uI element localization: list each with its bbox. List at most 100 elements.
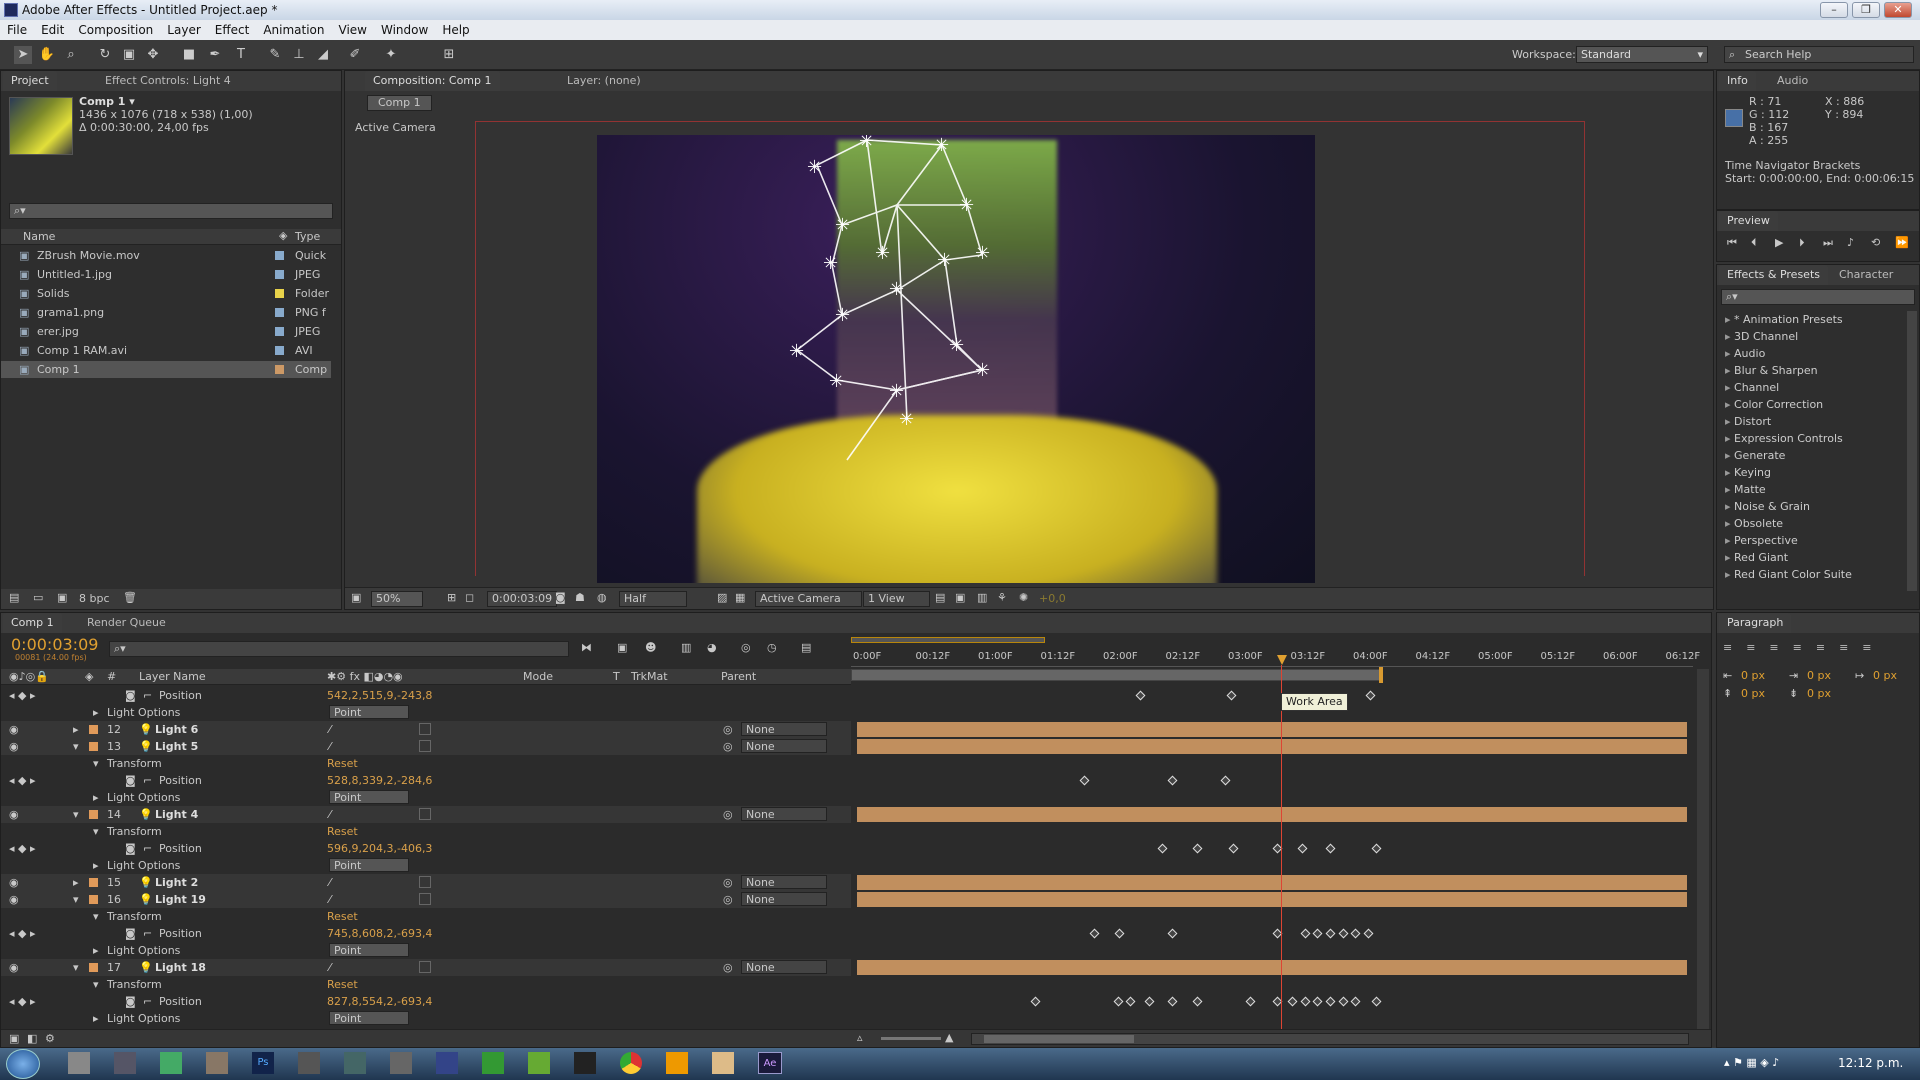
light-options-row[interactable]: ▸ Light Options Point	[1, 704, 851, 721]
switch-box[interactable]	[419, 808, 431, 820]
label-swatch[interactable]	[89, 810, 98, 819]
transform-group[interactable]: ▾ Transform Reset	[1, 755, 851, 772]
loop-icon[interactable]: ⟲	[1871, 236, 1880, 249]
layer-duration-bar[interactable]	[857, 875, 1687, 890]
graph-icon[interactable]: ⌐	[143, 772, 152, 789]
label-swatch[interactable]	[89, 878, 98, 887]
resolution-select[interactable]: Half	[619, 591, 687, 607]
zoom-in-icon[interactable]: ▲	[945, 1031, 953, 1044]
effects-category[interactable]: ▸ Keying	[1725, 464, 1771, 481]
position-property-row[interactable]: ◂ ◆ ▸ ◙ ⌐ Position 528,8,339,2,-284,6	[1, 772, 851, 789]
indent-first-value[interactable]: 0 px	[1873, 669, 1897, 682]
keyframe[interactable]	[1371, 843, 1382, 854]
transparency-grid-icon[interactable]: ▦	[735, 591, 745, 604]
exposure-icon[interactable]: ✺	[1019, 591, 1028, 604]
keyframe-navigator-icon[interactable]: ◂ ◆ ▸	[9, 840, 36, 857]
graph-icon[interactable]: ⌐	[143, 993, 152, 1010]
effects-search-input[interactable]: ⌕▾	[1721, 289, 1915, 305]
twirl-arrow-icon[interactable]: ▾	[73, 806, 79, 823]
keyframe[interactable]	[1300, 928, 1311, 939]
taskbar-app-6-icon[interactable]	[298, 1052, 320, 1074]
position-property-row[interactable]: ◂ ◆ ▸ ◙ ⌐ Position 745,8,608,2,-693,4	[1, 925, 851, 942]
first-frame-icon[interactable]: ⏮	[1727, 236, 1737, 250]
layer-duration-bar[interactable]	[857, 892, 1687, 907]
label-swatch[interactable]	[89, 963, 98, 972]
layer-name[interactable]: Light 6	[155, 721, 198, 738]
parent-select[interactable]: None	[741, 875, 827, 889]
light-options-row[interactable]: ▸ Light Options Point	[1, 942, 851, 959]
menu-file[interactable]: File	[0, 23, 34, 37]
taskbar-folder-icon[interactable]	[712, 1052, 734, 1074]
twirl-arrow-icon[interactable]: ▸	[93, 789, 99, 806]
layer-row[interactable]: ◉ ▸ 15 💡 Light 2 ⁄ ◎ None	[1, 874, 851, 891]
timeline-zoom-slider[interactable]	[881, 1037, 941, 1040]
keyframe[interactable]	[1220, 775, 1231, 786]
comp-viewer[interactable]: ✳ ✳ ✳ ✳ ✳ ✳ ✳ ✳ ✳ ✳ ✳ ✳ ✳ ✳ ✳ ✳ ✳	[597, 135, 1315, 583]
mask-icon[interactable]: ◻	[465, 591, 474, 604]
ram-preview-icon[interactable]: ⏩	[1895, 236, 1909, 249]
graph-icon[interactable]: ⌐	[143, 687, 152, 704]
pen-tool-icon[interactable]: ✒	[206, 46, 224, 64]
shy-layers-icon[interactable]: ☻	[645, 641, 656, 654]
transform-group[interactable]: ▾ Transform Reset	[1, 908, 851, 925]
col-mode[interactable]: Mode	[523, 670, 553, 683]
keyframe[interactable]	[1168, 996, 1178, 1007]
parent-select[interactable]: None	[741, 807, 827, 821]
tab-paragraph[interactable]: Paragraph	[1719, 613, 1792, 633]
tab-composition[interactable]: Composition: Comp 1	[365, 71, 500, 91]
taskbar-app-12-icon[interactable]	[574, 1052, 596, 1074]
close-button[interactable]: ✕	[1884, 2, 1912, 18]
menu-effect[interactable]: Effect	[208, 23, 257, 37]
parent-select[interactable]: None	[741, 892, 827, 906]
twirl-arrow-icon[interactable]: ▾	[73, 891, 79, 908]
keyframe[interactable]	[1136, 690, 1146, 701]
visibility-eye-icon[interactable]: ◉	[9, 806, 19, 823]
position-value[interactable]: 745,8,608,2,-693,4	[327, 925, 432, 942]
visibility-eye-icon[interactable]: ◉	[9, 738, 19, 755]
hand-tool-icon[interactable]: ✋	[38, 46, 56, 64]
light-options-row[interactable]: ▸ Light Options Point	[1, 1010, 851, 1027]
keyframe-navigator-icon[interactable]: ◂ ◆ ▸	[9, 993, 36, 1010]
stopwatch-icon[interactable]: ◙	[125, 840, 136, 857]
switch-icon[interactable]: ⁄	[329, 959, 331, 976]
new-comp-icon[interactable]: ▣	[57, 591, 67, 604]
time-ruler[interactable]: 0:00F 00:12F 01:00F 01:12F 02:00F 02:12F 03:00…	[851, 635, 1700, 669]
project-item[interactable]: ▣ Untitled-1.jpg JPEG	[1, 266, 331, 283]
twirl-arrow-icon[interactable]: ▸	[93, 942, 99, 959]
effects-category[interactable]: ▸ Blur & Sharpen	[1725, 362, 1818, 379]
light-type-select[interactable]: Point	[329, 705, 409, 719]
keyframe-navigator-icon[interactable]: ◂ ◆ ▸	[9, 772, 36, 789]
menu-view[interactable]: View	[332, 23, 374, 37]
keyframe[interactable]	[1089, 928, 1100, 939]
twirl-arrow-icon[interactable]: ▾	[93, 908, 99, 925]
taskbar-app-7-icon[interactable]	[344, 1052, 366, 1074]
layer-row[interactable]: ◉ ▸ 12 💡 Light 6 ⁄ ◎ None	[1, 721, 851, 738]
audio-icon[interactable]: ♪	[1847, 236, 1854, 249]
twirl-arrow-icon[interactable]: ▾	[93, 823, 99, 840]
timeline-current-time[interactable]: 0:00:03:09	[11, 635, 98, 654]
keyframe[interactable]	[1192, 996, 1203, 1007]
alignment-buttons[interactable]: ≡≡≡≡≡≡≡	[1723, 641, 1913, 657]
col-layer-name[interactable]: Layer Name	[139, 670, 206, 683]
pixel-aspect-icon[interactable]: ▤	[935, 591, 945, 604]
layer-name[interactable]: Light 5	[155, 738, 198, 755]
keyframe[interactable]	[1312, 928, 1323, 939]
toggle-modes-icon[interactable]: ◧	[27, 1032, 37, 1045]
keyframe[interactable]	[1168, 928, 1178, 939]
switch-icon[interactable]: ⁄	[329, 721, 331, 738]
stopwatch-icon[interactable]: ◙	[125, 772, 136, 789]
keyframe[interactable]	[1157, 843, 1167, 854]
fast-preview-icon[interactable]: ▣	[955, 591, 965, 604]
parent-select[interactable]: None	[741, 739, 827, 753]
rotate-tool-icon[interactable]: ↻	[96, 46, 114, 64]
layer-duration-bar[interactable]	[857, 960, 1687, 975]
twirl-arrow-icon[interactable]: ▸	[93, 1010, 99, 1027]
layer-duration-bar[interactable]	[857, 739, 1687, 754]
taskbar-app-10-icon[interactable]	[482, 1052, 504, 1074]
keyframe[interactable]	[1297, 843, 1308, 854]
selection-tool-icon[interactable]: ➤	[14, 46, 32, 64]
keyframe-navigator-icon[interactable]: ◂ ◆ ▸	[9, 925, 36, 942]
maximize-button[interactable]: ❐	[1852, 2, 1880, 18]
keyframe[interactable]	[1114, 928, 1125, 939]
transform-group[interactable]: ▾ Transform Reset	[1, 823, 851, 840]
